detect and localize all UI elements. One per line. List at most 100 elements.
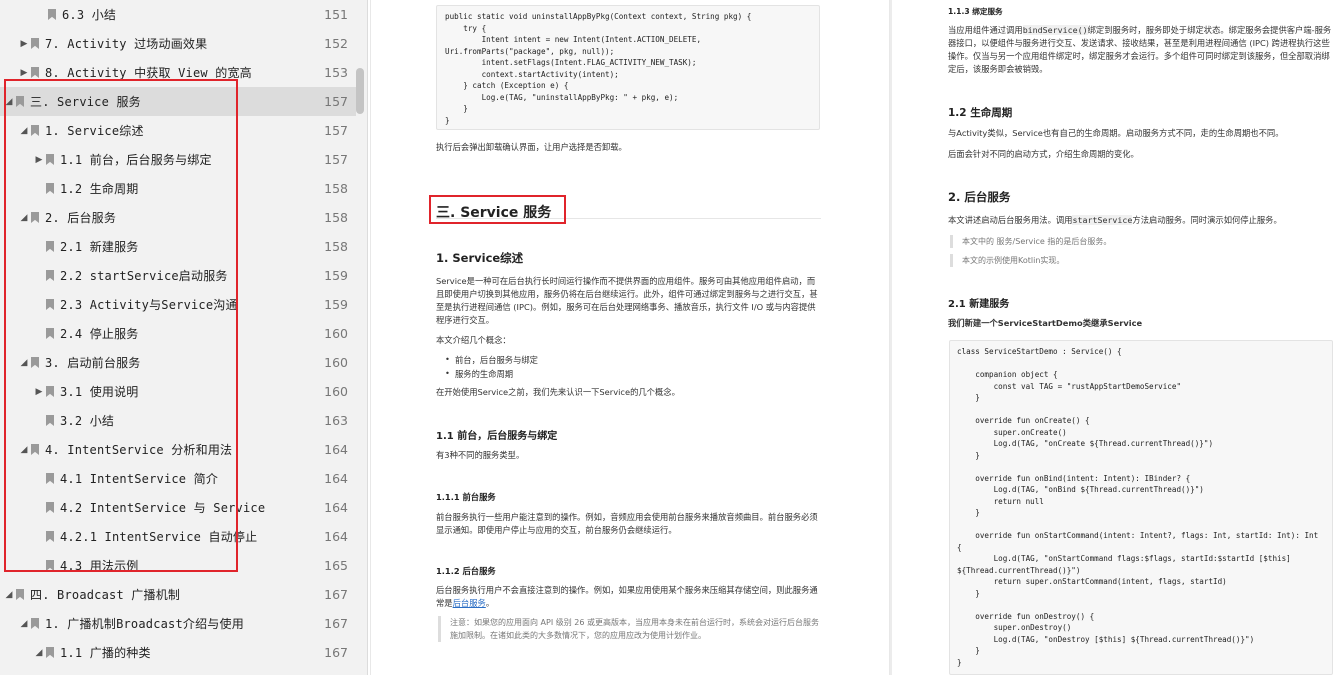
toc-item-page: 164: [324, 529, 348, 544]
toc-scrollbar[interactable]: [356, 68, 364, 114]
toc-item-page: 158: [324, 181, 348, 196]
code-block-service: class ServiceStartDemo : Service() { com…: [949, 340, 1333, 675]
toc-item-label: 7. Activity 过场动画效果: [45, 37, 208, 51]
code-line: }: [445, 115, 450, 125]
paragraph: 本文介绍几个概念：: [436, 335, 511, 345]
toc-item-page: 160: [324, 384, 348, 399]
code-line: Uri.fromParts("package", pkg, null));: [445, 46, 615, 56]
note-quote: 注意：如果您的应用面向 API 级别 26 或更高版本，当应用本身未在前台运行时…: [438, 616, 821, 642]
bookmark-icon: [31, 38, 39, 49]
code-line: const val TAG = "rustAppStartDemoService…: [957, 381, 1182, 391]
heading-1-2: 1.2 生命周期: [948, 107, 1013, 119]
code-line: }: [957, 393, 980, 402]
toc-item-page: 160: [324, 326, 348, 341]
toc-item-page: 158: [324, 210, 348, 225]
toc-item-page: 153: [324, 65, 348, 80]
code-line: Log.d(TAG, "onCreate ${Thread.currentThr…: [957, 439, 1214, 448]
note-quote: 本文的示例使用Kotlin实现。: [950, 254, 1332, 267]
toc-item-page: 151: [324, 7, 348, 22]
toc-item-page: 158: [324, 239, 348, 254]
code-line: }: [957, 657, 962, 667]
paragraph: 当应用组件通过调用bindService()绑定到服务时，服务即处于绑定状态。绑…: [948, 24, 1332, 76]
toc-item[interactable]: 6.3 小结 151: [0, 0, 356, 29]
toc-item-page: 167: [324, 616, 348, 631]
section-highlight-box: [429, 195, 566, 224]
triangle-right-icon[interactable]: ▶: [19, 68, 29, 78]
paragraph: Service是一种可在后台执行长时间运行操作而不提供界面的应用组件。服务可由其…: [436, 276, 818, 325]
toc-item-label: 1.1 广播的种类: [60, 646, 151, 660]
heading-1-1-1: 1.1.1 前台服务: [436, 492, 496, 502]
link-background-service[interactable]: 后台服务: [453, 598, 486, 608]
code-line: }: [445, 104, 468, 113]
bookmark-icon: [16, 589, 24, 600]
code-line: {: [957, 542, 962, 552]
paragraph: 有3种不同的服务类型。: [436, 450, 525, 460]
code-line: intent.setFlags(Intent.FLAG_ACTIVITY_NEW…: [445, 58, 697, 67]
code-line: try {: [445, 23, 487, 33]
document-page-right: 1.1.3 绑定服务 当应用组件通过调用bindService()绑定到服务时，…: [892, 0, 1344, 675]
toc-item-label: 四. Broadcast 广播机制: [30, 588, 181, 602]
toc-item-page: 164: [324, 500, 348, 515]
code-line: } catch (Exception e) {: [445, 81, 569, 90]
paragraph-text: 本文讲述启动后台服务用法。调用: [948, 215, 1073, 225]
triangle-down-icon[interactable]: ◢: [4, 590, 14, 600]
code-line: }: [957, 588, 980, 598]
toc-item-page: 157: [324, 94, 348, 109]
toc-item[interactable]: ▶ 7. Activity 过场动画效果 152: [0, 29, 356, 58]
toc-item-page: 159: [324, 297, 348, 312]
paragraph: 本文讲述启动后台服务用法。调用startService方法启动服务。同时演示如何…: [948, 214, 1332, 227]
code-line: override fun onBind(intent: Intent): IBi…: [957, 473, 1191, 483]
inline-code: bindService(): [1022, 25, 1088, 35]
code-line: Log.e(TAG, "uninstallAppByPkg: " + pkg, …: [445, 92, 679, 102]
heading-2-1: 2.1 新建服务: [948, 299, 1010, 310]
code-line: override fun onCreate() {: [957, 416, 1090, 425]
toc-item-page: 167: [324, 645, 348, 660]
toc-highlight-box: [4, 79, 238, 572]
code-line: super.onDestroy(): [957, 623, 1072, 632]
toc-item-label: 1. 广播机制Broadcast介绍与使用: [45, 617, 244, 631]
toc-item[interactable]: ◢ 四. Broadcast 广播机制 167: [0, 580, 356, 609]
triangle-right-icon[interactable]: ▶: [19, 39, 29, 49]
code-line: companion object {: [957, 370, 1058, 379]
paragraph-text: 。: [485, 598, 495, 608]
heading-1-1-3: 1.1.3 绑定服务: [948, 7, 1003, 16]
paragraph: 后台服务执行用户不会直接注意到的操作。例如，如果应用使用某个服务来压缩其存储空间…: [436, 584, 821, 610]
bookmark-icon: [48, 9, 56, 20]
inline-code: startService: [1072, 215, 1133, 225]
code-line: Log.d(TAG, "onBind ${Thread.currentThrea…: [957, 485, 1204, 494]
note-quote: 本文中的 服务/Service 指的是后台服务。: [950, 235, 1332, 248]
code-line: override fun onStartCommand(intent: Inte…: [957, 531, 1319, 540]
toc-item-page: 157: [324, 123, 348, 138]
paragraph: 执行后会弹出卸载确认界面，让用户选择是否卸载。: [436, 142, 627, 152]
code-line: public static void uninstallAppByPkg(Con…: [445, 12, 752, 21]
bookmark-icon: [31, 67, 39, 78]
toc-item-page: 159: [324, 268, 348, 283]
code-line: class ServiceStartDemo : Service() {: [957, 347, 1122, 356]
heading-1-1: 1.1 前台，后台服务与绑定: [436, 431, 558, 442]
toc-item[interactable]: ◢ 1. 广播机制Broadcast介绍与使用 167: [0, 609, 356, 638]
code-line: Log.d(TAG, "onStartCommand flags:$flags,…: [957, 554, 1291, 563]
bullet-item: 前台，后台服务与绑定: [445, 354, 538, 366]
toc-item[interactable]: ◢ 1.1 广播的种类 167: [0, 638, 356, 667]
triangle-down-icon[interactable]: ◢: [19, 619, 29, 629]
bookmark-icon: [46, 647, 54, 658]
code-block-uninstall: public static void uninstallAppByPkg(Con…: [436, 5, 820, 130]
code-line: override fun onDestroy() {: [957, 611, 1095, 621]
triangle-down-icon[interactable]: ◢: [34, 648, 44, 658]
heading-2: 2. 后台服务: [948, 190, 1011, 204]
toc-item-page: 160: [324, 355, 348, 370]
toc-item-page: 165: [324, 558, 348, 573]
toc-item-page: 167: [324, 587, 348, 602]
code-line: }: [957, 508, 980, 517]
code-line: Intent intent = new Intent(Intent.ACTION…: [445, 35, 702, 44]
code-line: context.startActivity(intent);: [445, 69, 619, 79]
bookmark-icon: [31, 618, 39, 629]
code-line: return null: [957, 496, 1044, 506]
heading-1-1-2: 1.1.2 后台服务: [436, 566, 496, 576]
toc-item-page: 163: [324, 413, 348, 428]
code-line: ${Thread.currentThread()}"): [957, 565, 1081, 575]
